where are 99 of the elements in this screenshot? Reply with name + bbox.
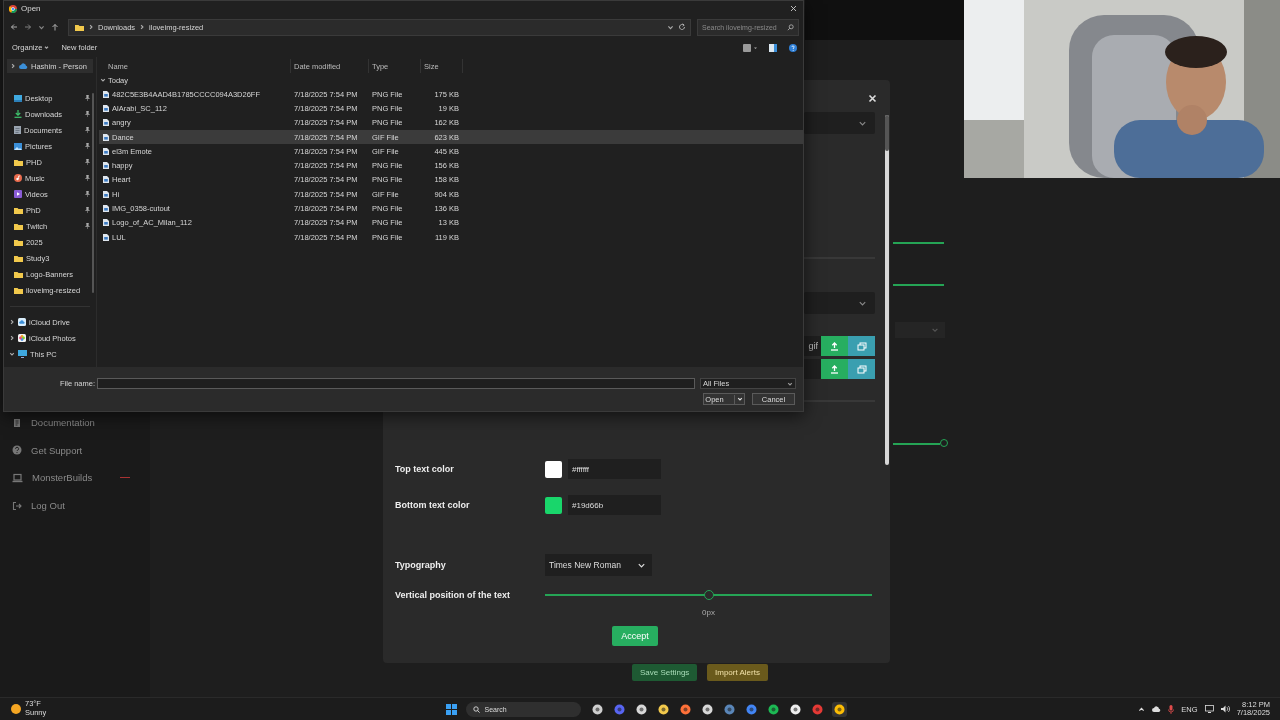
up-icon[interactable] [51,23,59,31]
file-icon [103,205,109,212]
sidebar-item[interactable]: Log Out [0,497,150,515]
video-icon [14,190,22,198]
app-icon [723,703,735,715]
document-icon [14,126,21,134]
app-icon [767,703,779,715]
file-icon [103,119,109,127]
slider-thumb[interactable] [940,439,948,447]
file-icon [103,90,109,98]
pane-icon[interactable] [769,43,777,52]
chevron-icon [139,24,146,30]
music-icon [14,174,22,182]
field-label: Top text color [395,464,455,474]
file-icon [103,133,109,141]
laptop-icon [12,472,23,483]
desktop-icon [14,94,22,102]
app-icon [613,703,625,715]
search-icon [472,705,480,713]
chevron-icon[interactable] [667,23,674,31]
app-icon [679,703,691,715]
expand-icon[interactable] [100,77,106,83]
taskbar-app[interactable] [831,701,847,717]
image-icon [14,142,22,150]
expand-icon[interactable] [9,351,15,357]
upload-icon [830,364,839,374]
folder-icon [75,23,84,31]
microphone-icon[interactable] [1168,704,1175,714]
slider-thumb[interactable] [703,590,714,600]
upload-icon [830,341,839,351]
app-icon [833,703,845,715]
select-field[interactable]: Times New Roman [545,554,652,576]
app-icon [657,703,669,715]
sun-icon [10,703,22,715]
photos-icon [18,334,26,342]
page-button[interactable]: Save Settings [632,664,698,681]
view-icon[interactable] [743,43,757,52]
expand-icon[interactable] [10,63,16,69]
chevron-icon [88,24,94,30]
expand-icon[interactable] [9,335,15,341]
download-icon [14,110,22,118]
file-icon [103,162,109,170]
folder-icon [14,158,23,166]
page-button[interactable]: Import Alerts [707,664,768,681]
cloud-icon[interactable] [1152,706,1162,712]
images-icon [856,364,867,374]
back-icon[interactable] [10,23,18,31]
app-icon [811,703,823,715]
app-icon [745,703,757,715]
close-icon[interactable] [868,94,877,103]
help-icon[interactable] [789,43,797,52]
scrollbar-thumb[interactable] [92,93,94,293]
chevron-icon[interactable] [1138,705,1146,713]
color-swatch[interactable] [545,460,562,478]
volume-icon[interactable] [1220,705,1230,713]
file-icon [103,104,109,112]
cloud-icon [19,63,28,69]
images-icon [856,341,867,351]
file-icon [103,147,109,155]
file-icon [103,176,109,184]
file-name-field[interactable] [97,378,695,389]
close-icon[interactable] [790,5,797,12]
cloud-icon [18,318,26,326]
text-field[interactable]: #ffffff [568,459,661,479]
file-icon [103,190,109,198]
refresh-icon[interactable] [678,23,686,31]
app-icon [9,4,17,13]
sidebar-item[interactable]: Documentation [0,414,150,431]
logout-icon [12,500,22,511]
file-icon [103,219,109,227]
expand-icon[interactable] [9,319,15,325]
field-label: Vertical position of the text [395,590,512,600]
network-icon[interactable] [1204,705,1214,713]
field-label: Bottom text color [395,500,471,510]
scroll-icon [12,417,22,428]
chevron-icon [931,326,939,334]
slider-value: 0px [702,608,715,617]
file-icon [103,233,109,241]
text-field[interactable]: #19d66b [568,495,661,515]
forward-icon[interactable] [24,23,32,31]
help-icon [12,445,22,456]
search-icon [787,23,794,31]
app-icon [591,703,603,715]
color-swatch[interactable] [545,496,562,514]
chevron-icon [787,380,793,387]
text-field[interactable]: gif [804,336,821,356]
caret-icon [44,45,50,50]
field-label: Typography [395,560,447,570]
app-icon [789,703,801,715]
sidebar-item[interactable]: Get Support [0,441,150,459]
scrollbar-thumb[interactable] [885,115,889,151]
text-field[interactable] [804,359,821,379]
window-title: Open [21,4,41,13]
start-icon[interactable] [445,703,457,715]
app-icon [635,703,647,715]
app-icon [701,703,713,715]
sidebar-item[interactable]: MonsterBuilds [0,469,150,487]
computer-icon [18,350,27,358]
caret-icon[interactable] [736,396,743,402]
